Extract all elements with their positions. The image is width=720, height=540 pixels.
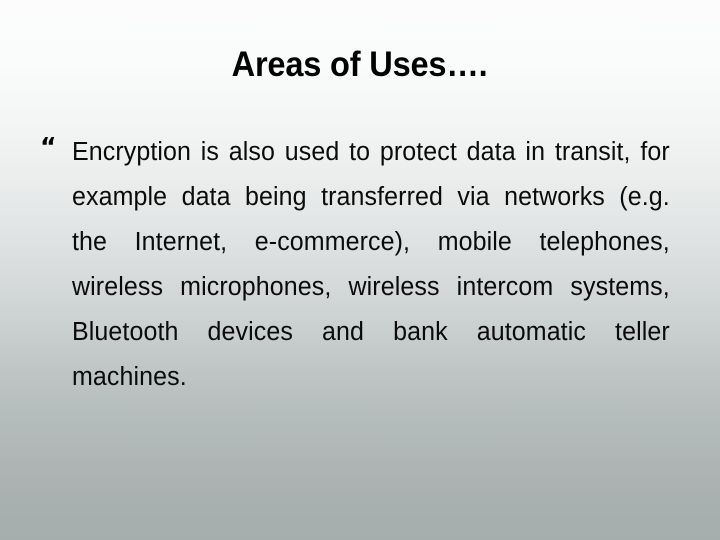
presentation-slide: Areas of Uses…. “ Encryption is also use… [0,0,720,540]
bullet-item-text: Encryption is also used to protect data … [72,138,670,391]
bullet-icon: “ [40,132,56,161]
slide-body-placeholder: “ Encryption is also used to protect dat… [38,130,682,445]
slide-title-placeholder: Areas of Uses…. [0,45,720,85]
page-title: Areas of Uses…. [232,45,488,84]
list-item: “ Encryption is also used to protect dat… [38,130,682,445]
